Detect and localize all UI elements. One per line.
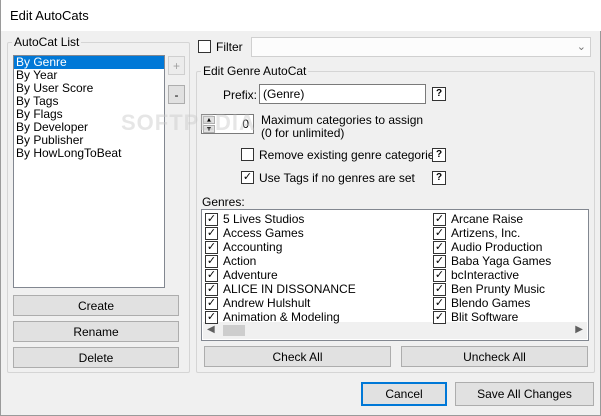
genre-checkbox[interactable]: ✓ (433, 212, 446, 226)
genre-item[interactable]: ✓ Accounting (205, 240, 282, 254)
genre-item[interactable]: ✓ Access Games (205, 226, 304, 240)
genre-checkbox[interactable]: ✓ (205, 296, 218, 310)
genre-label: bcInteractive (451, 268, 520, 282)
genre-label: ALICE IN DISSONANCE (223, 282, 356, 296)
use-tags-checkbox[interactable]: ✓ (241, 171, 254, 184)
cancel-button[interactable]: Cancel (361, 382, 447, 406)
genre-item[interactable]: ✓ Blit Software (433, 310, 518, 324)
scroll-left-icon[interactable]: ◀ (207, 324, 215, 335)
genre-label: Adventure (223, 268, 278, 282)
genre-item[interactable]: ✓ bcInteractive (433, 268, 519, 282)
genre-item[interactable]: ✓ Baba Yaga Games (433, 254, 551, 268)
rename-button[interactable]: Rename (13, 321, 179, 342)
genre-label: Access Games (223, 226, 304, 240)
genre-item[interactable]: ✓ 5 Lives Studios (205, 212, 304, 226)
genre-label: Audio Production (451, 240, 543, 254)
genre-label: Baba Yaga Games (451, 254, 552, 268)
filter-combobox[interactable]: ⌄ (251, 37, 591, 57)
uncheck-all-button[interactable]: Uncheck All (401, 346, 588, 367)
genre-checkbox[interactable]: ✓ (205, 310, 218, 324)
autocat-listbox[interactable]: By Genre By Year By User Score By Tags By Fl… (13, 55, 165, 288)
genre-label: Blit Software (451, 310, 519, 324)
genre-label: Ben Prunty Music (451, 282, 546, 296)
genre-checkbox[interactable]: ✓ (433, 310, 446, 324)
genre-checkbox[interactable]: ✓ (433, 254, 446, 268)
genre-checkbox[interactable]: ✓ (205, 254, 218, 268)
genre-label: Arcane Raise (451, 212, 524, 226)
genres-horizontal-scrollbar[interactable]: ◀ ▶ (203, 322, 587, 339)
genre-checkbox[interactable]: ✓ (205, 268, 218, 282)
genre-item[interactable]: ✓ Andrew Hulshult (205, 296, 310, 310)
genre-checkbox[interactable]: ✓ (205, 212, 218, 226)
genre-label: Artizens, Inc. (451, 226, 521, 240)
genre-autocat-legend: Edit Genre AutoCat (201, 64, 309, 78)
genre-item[interactable]: ✓ ALICE IN DISSONANCE (205, 282, 356, 296)
genre-label: Animation & Modeling (223, 310, 340, 324)
genre-label: Action (223, 254, 257, 268)
genre-checkbox[interactable]: ✓ (433, 296, 446, 310)
remove-existing-label: Remove existing genre categories (259, 148, 441, 162)
autocat-list-legend: AutoCat List (12, 35, 82, 49)
genre-item[interactable]: ✓ Action (205, 254, 256, 268)
chevron-down-icon: ⌄ (576, 41, 586, 53)
genre-checkbox[interactable]: ✓ (433, 240, 446, 254)
create-button[interactable]: Create (13, 295, 179, 316)
remove-autocat-button[interactable]: - (168, 85, 185, 104)
title-bar[interactable]: Edit AutoCats (1, 0, 601, 31)
genre-item[interactable]: ✓ Blendo Games (433, 296, 530, 310)
genres-checklist[interactable]: ◀ ▶ ✓ 5 Lives Studios ✓ Access Games ✓ Accoun… (201, 209, 589, 341)
genre-label: 5 Lives Studios (223, 212, 305, 226)
genre-label: Andrew Hulshult (223, 296, 311, 310)
save-all-changes-button[interactable]: Save All Changes (455, 382, 594, 406)
genre-item[interactable]: ✓ Artizens, Inc. (433, 226, 520, 240)
genre-item[interactable]: ✓ Animation & Modeling (205, 310, 340, 324)
max-categories-hint: (0 for unlimited) (261, 126, 345, 140)
genre-label: Accounting (223, 240, 283, 254)
window-title: Edit AutoCats (10, 8, 89, 23)
use-tags-help-button[interactable]: ? (432, 171, 446, 185)
list-item[interactable]: By HowLongToBeat (14, 147, 164, 160)
genre-checkbox[interactable]: ✓ (433, 282, 446, 296)
genre-checkbox[interactable]: ✓ (205, 282, 218, 296)
add-autocat-button[interactable]: + (168, 56, 185, 75)
delete-button[interactable]: Delete (13, 347, 179, 368)
genre-label: Blendo Games (451, 296, 531, 310)
genre-item[interactable]: ✓ Ben Prunty Music (433, 282, 545, 296)
genres-label: Genres: (202, 195, 245, 209)
prefix-help-button[interactable]: ? (432, 87, 446, 101)
genre-item[interactable]: ✓ Audio Production (433, 240, 542, 254)
prefix-input[interactable]: (Genre) (259, 84, 426, 104)
genre-checkbox[interactable]: ✓ (433, 226, 446, 240)
edit-autocats-window: Edit AutoCats AutoCat List By Genre By Ye… (0, 0, 601, 416)
watermark: SOFTPEDIA (121, 110, 256, 135)
max-categories-label: Maximum categories to assign (261, 113, 424, 127)
genre-checkbox[interactable]: ✓ (205, 240, 218, 254)
genre-checkbox[interactable]: ✓ (433, 268, 446, 282)
genre-item[interactable]: ✓ Adventure (205, 268, 278, 282)
filter-checkbox[interactable] (198, 40, 211, 53)
check-all-button[interactable]: Check All (204, 346, 391, 367)
genre-item[interactable]: ✓ Arcane Raise (433, 212, 523, 226)
use-tags-label: Use Tags if no genres are set (259, 171, 415, 185)
filter-label: Filter (216, 40, 243, 54)
prefix-label: Prefix: (223, 88, 258, 102)
scrollbar-thumb[interactable] (223, 325, 245, 336)
scroll-right-icon[interactable]: ▶ (575, 324, 583, 335)
remove-existing-checkbox[interactable] (241, 148, 254, 161)
remove-existing-help-button[interactable]: ? (432, 148, 446, 162)
genre-checkbox[interactable]: ✓ (205, 226, 218, 240)
